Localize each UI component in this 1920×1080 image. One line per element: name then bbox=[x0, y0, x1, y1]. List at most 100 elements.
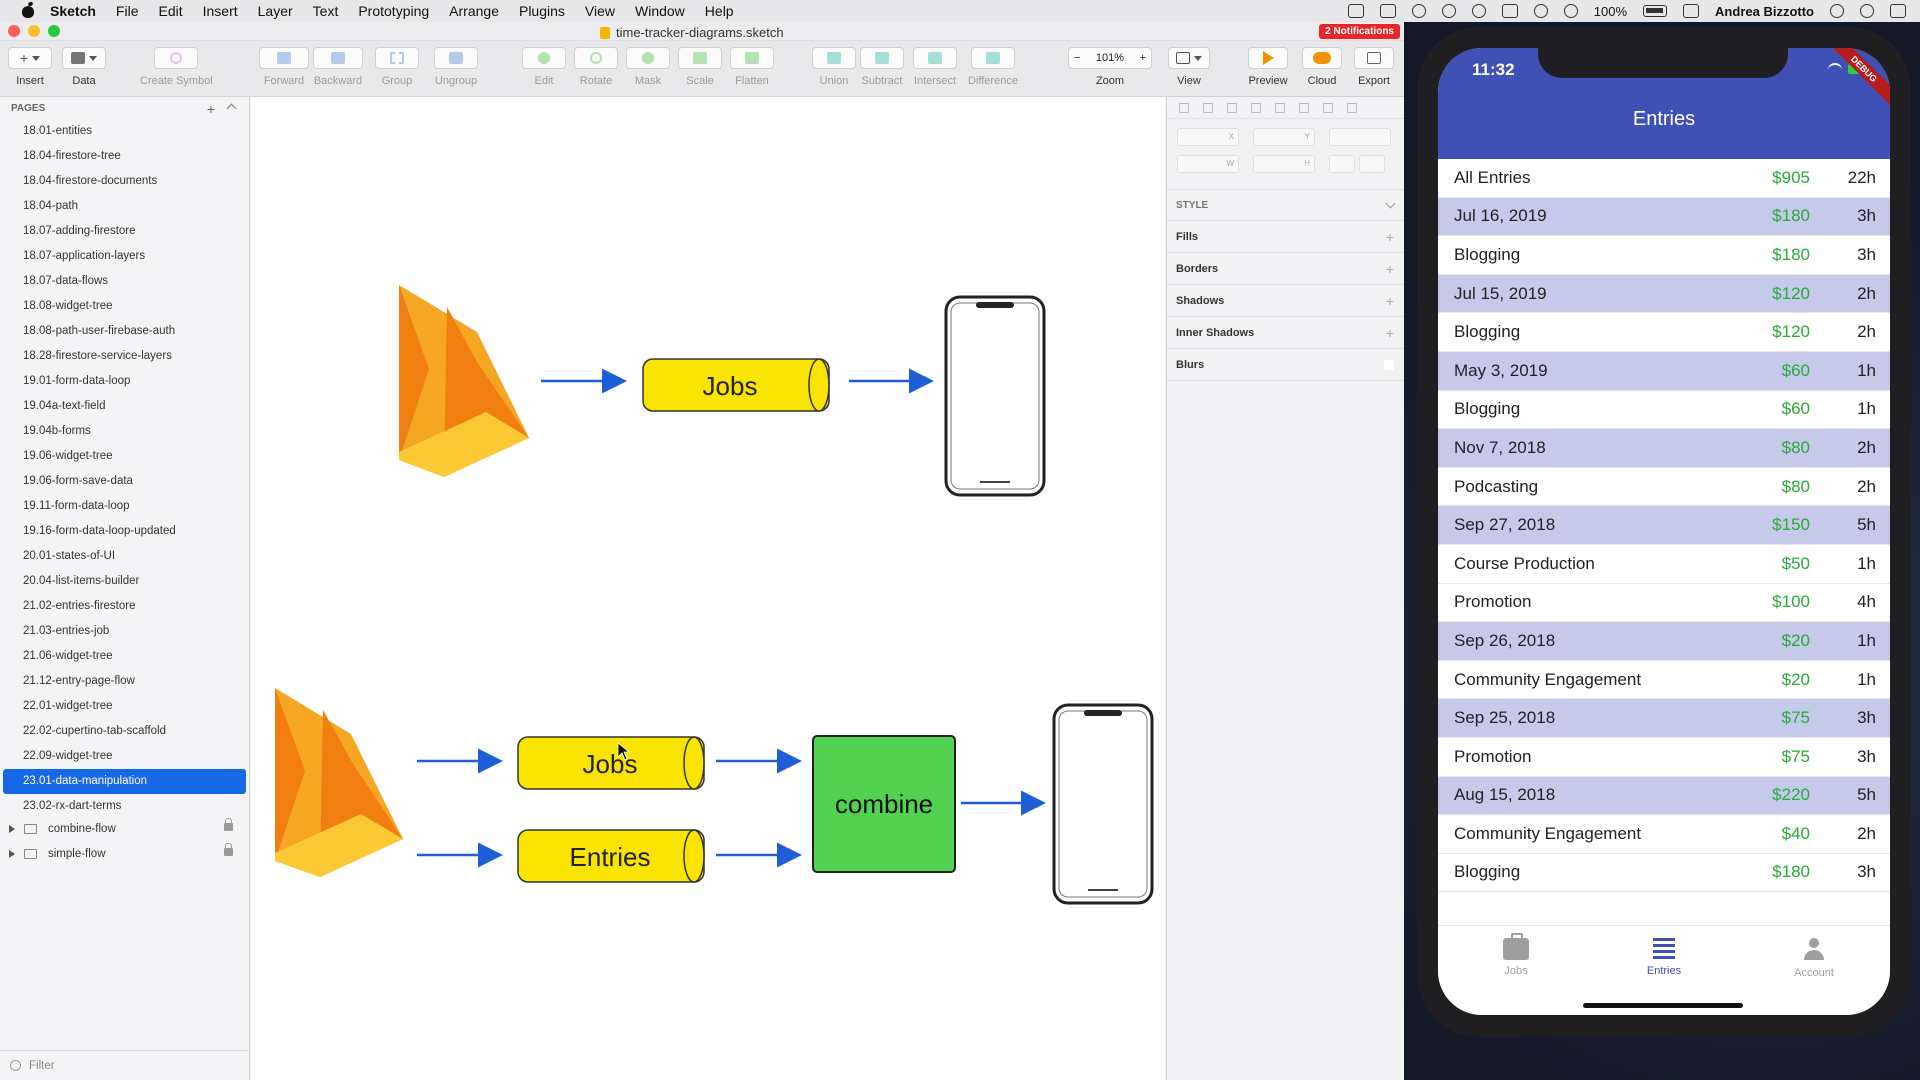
tab-jobs[interactable]: Jobs bbox=[1456, 933, 1576, 977]
date-row[interactable]: Nov 7, 2018 $80 2h bbox=[1438, 429, 1890, 468]
page-item[interactable]: 18.07-application-layers bbox=[0, 244, 249, 269]
h-field[interactable]: H bbox=[1253, 155, 1315, 173]
menu-prototyping[interactable]: Prototyping bbox=[358, 3, 429, 19]
cloud-button[interactable]: Cloud bbox=[1302, 47, 1342, 87]
user-name[interactable]: Andrea Bizzotto bbox=[1715, 4, 1814, 19]
page-item[interactable]: 19.06-widget-tree bbox=[0, 444, 249, 469]
entry-row[interactable]: Promotion $100 4h bbox=[1438, 584, 1890, 623]
page-item[interactable]: 18.01-entities bbox=[0, 119, 249, 144]
tab-account[interactable]: Account bbox=[1754, 934, 1874, 979]
jobs-stream-top[interactable]: Jobs bbox=[642, 358, 830, 412]
date-row[interactable]: Sep 26, 2018 $20 1h bbox=[1438, 622, 1890, 661]
page-item[interactable]: 18.04-firestore-tree bbox=[0, 144, 249, 169]
page-item[interactable]: 19.04b-forms bbox=[0, 419, 249, 444]
rotate-button[interactable]: Rotate bbox=[574, 47, 618, 87]
fills-section[interactable]: Fills + bbox=[1167, 221, 1404, 253]
page-item[interactable]: 18.04-path bbox=[0, 194, 249, 219]
date-row[interactable]: Sep 25, 2018 $75 3h bbox=[1438, 699, 1890, 738]
page-item[interactable]: 21.12-entry-page-flow bbox=[0, 669, 249, 694]
page-item[interactable]: 22.01-widget-tree bbox=[0, 694, 249, 719]
menu-file[interactable]: File bbox=[116, 3, 139, 19]
date-row[interactable]: Jul 16, 2019 $180 3h bbox=[1438, 197, 1890, 237]
page-item[interactable]: 18.08-widget-tree bbox=[0, 294, 249, 319]
notifications-badge[interactable]: 2 Notifications bbox=[1319, 24, 1400, 39]
date-row[interactable]: May 3, 2019 $60 1h bbox=[1438, 351, 1890, 391]
data-button[interactable]: Data bbox=[62, 47, 106, 87]
difference-button[interactable]: Difference bbox=[968, 47, 1018, 87]
group-button[interactable]: Group bbox=[375, 47, 419, 87]
page-item[interactable]: 21.06-widget-tree bbox=[0, 644, 249, 669]
add-inner-shadow-icon[interactable]: + bbox=[1386, 325, 1394, 341]
add-shadow-icon[interactable]: + bbox=[1386, 293, 1394, 309]
apple-logo-icon[interactable] bbox=[20, 3, 36, 19]
calendar-icon[interactable] bbox=[1683, 4, 1700, 18]
spotlight-search-icon[interactable] bbox=[1830, 4, 1844, 18]
page-item[interactable]: 18.28-firestore-service-layers bbox=[0, 344, 249, 369]
shadows-section[interactable]: Shadows + bbox=[1167, 285, 1404, 317]
page-item[interactable]: 23.02-rx-dart-terms bbox=[0, 794, 249, 816]
style-header[interactable]: STYLE bbox=[1167, 189, 1404, 221]
lock-icon[interactable] bbox=[224, 818, 233, 831]
entry-row[interactable]: Community Engagement $20 1h bbox=[1438, 661, 1890, 700]
rotation-field[interactable] bbox=[1329, 128, 1391, 146]
page-item[interactable]: 18.04-firestore-documents bbox=[0, 169, 249, 194]
zoom-value[interactable]: 101% bbox=[1096, 52, 1124, 64]
layer-simple-flow[interactable]: simple-flow bbox=[0, 841, 249, 866]
entries-stream[interactable]: Entries bbox=[517, 829, 705, 883]
home-indicator[interactable] bbox=[1583, 1003, 1743, 1008]
disclosure-triangle-icon[interactable] bbox=[9, 849, 15, 858]
collapse-pages-icon[interactable] bbox=[226, 103, 237, 114]
page-item[interactable]: 21.02-entries-firestore bbox=[0, 594, 249, 619]
lock-icon[interactable] bbox=[224, 843, 233, 856]
volume-icon[interactable] bbox=[1563, 4, 1578, 18]
battery-icon[interactable] bbox=[1643, 5, 1668, 17]
align-top-icon[interactable] bbox=[1323, 102, 1333, 113]
page-item[interactable]: 18.08-path-user-firebase-auth bbox=[0, 319, 249, 344]
wifi-icon[interactable] bbox=[1533, 4, 1548, 18]
flip-vertical-button[interactable] bbox=[1359, 155, 1385, 173]
chevron-down-icon[interactable] bbox=[1385, 198, 1396, 208]
zoom-in-icon[interactable]: + bbox=[1140, 52, 1146, 64]
view-button[interactable]: View bbox=[1168, 47, 1210, 87]
total-row[interactable]: All Entries $905 22h bbox=[1438, 159, 1890, 198]
w-field[interactable]: W bbox=[1177, 155, 1239, 173]
entry-row[interactable]: Blogging $60 1h bbox=[1438, 391, 1890, 430]
date-row[interactable]: Aug 15, 2018 $220 5h bbox=[1438, 776, 1890, 816]
y-field[interactable]: Y bbox=[1253, 128, 1315, 146]
union-button[interactable]: Union bbox=[812, 47, 856, 87]
entry-row[interactable]: Podcasting $80 2h bbox=[1438, 468, 1890, 507]
entry-row[interactable]: Community Engagement $40 2h bbox=[1438, 815, 1890, 854]
blur-checkbox[interactable] bbox=[1384, 359, 1394, 370]
scale-button[interactable]: Scale bbox=[678, 47, 722, 87]
menu-insert[interactable]: Insert bbox=[203, 3, 238, 19]
distribute-vertical-icon[interactable] bbox=[1299, 102, 1309, 113]
dropbox-icon[interactable] bbox=[1379, 4, 1396, 18]
entry-row[interactable]: Blogging $120 2h bbox=[1438, 313, 1890, 352]
align-bottom-icon[interactable] bbox=[1347, 102, 1357, 113]
backward-button[interactable]: Backward bbox=[313, 47, 363, 87]
close-window-icon[interactable] bbox=[8, 25, 20, 37]
disclosure-triangle-icon[interactable] bbox=[9, 824, 15, 833]
page-item[interactable]: 22.09-widget-tree bbox=[0, 744, 249, 769]
page-item[interactable]: 18.07-adding-firestore bbox=[0, 219, 249, 244]
entry-row[interactable]: Blogging $180 3h bbox=[1438, 854, 1890, 893]
menu-edit[interactable]: Edit bbox=[158, 3, 182, 19]
page-item[interactable]: 19.11-form-data-loop bbox=[0, 494, 249, 519]
canvas[interactable]: Jobs Jobs Entries combine bbox=[251, 97, 1165, 1080]
layer-filter[interactable]: Filter bbox=[0, 1050, 250, 1080]
export-button[interactable]: Export bbox=[1354, 47, 1394, 87]
page-item[interactable]: 19.01-form-data-loop bbox=[0, 369, 249, 394]
page-item[interactable]: 23.01-data-manipulation bbox=[3, 769, 246, 794]
entries-list[interactable]: All Entries $905 22h Jul 16, 2019 $180 3h Blog… bbox=[1438, 159, 1890, 893]
flip-horizontal-button[interactable] bbox=[1329, 155, 1355, 173]
time-machine-icon[interactable] bbox=[1471, 4, 1486, 18]
menu-view[interactable]: View bbox=[585, 3, 615, 19]
align-left-icon[interactable] bbox=[1179, 102, 1189, 113]
entry-row[interactable]: Course Production $50 1h bbox=[1438, 545, 1890, 584]
align-right-icon[interactable] bbox=[1251, 102, 1261, 113]
align-center-icon[interactable] bbox=[1203, 102, 1213, 113]
page-item[interactable]: 20.04-list-items-builder bbox=[0, 569, 249, 594]
intersect-button[interactable]: Intersect bbox=[913, 47, 957, 87]
combine-box[interactable]: combine bbox=[812, 735, 956, 873]
minimize-window-icon[interactable] bbox=[28, 25, 40, 37]
